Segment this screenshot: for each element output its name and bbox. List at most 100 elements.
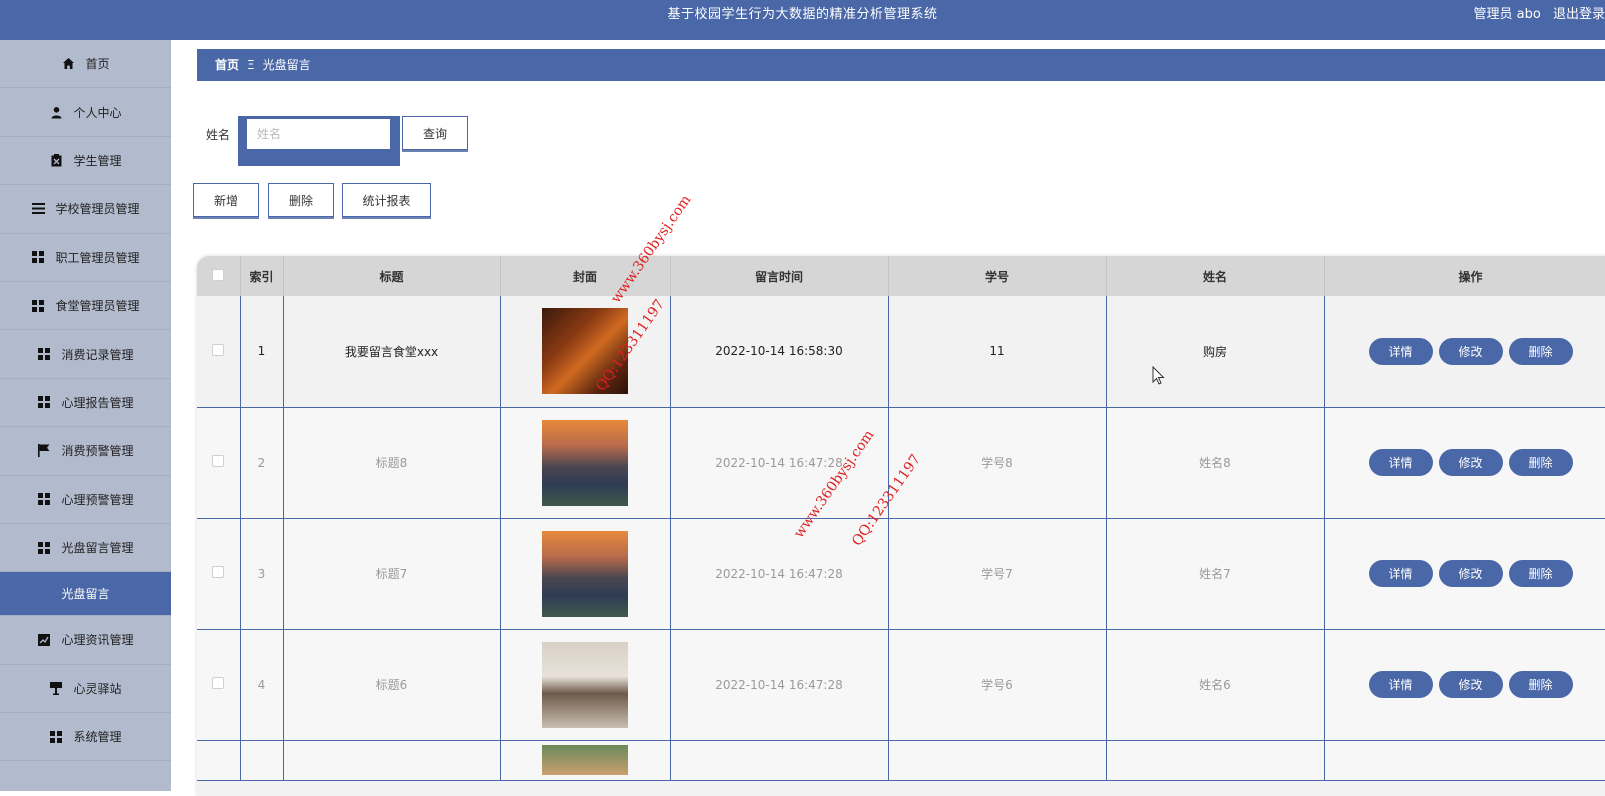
- sidebar-item-label: 职工管理员管理: [55, 250, 140, 265]
- row-checkbox[interactable]: [212, 455, 225, 467]
- row-select-cell[interactable]: [197, 740, 241, 781]
- select-all-cell[interactable]: [197, 256, 241, 296]
- grid-icon: [37, 541, 51, 555]
- cell-name: 姓名7: [1106, 518, 1325, 630]
- row-checkbox[interactable]: [212, 566, 225, 578]
- row-select-cell[interactable]: [197, 518, 241, 630]
- table-row: 2 标题8 2022-10-14 16:47:28 学号8 姓名8 详情 修改 删除: [197, 407, 1605, 519]
- breadcrumb-home[interactable]: 首页: [215, 58, 239, 72]
- report-button[interactable]: 统计报表: [342, 183, 431, 217]
- sidebar-item-psych-news[interactable]: 心理资讯管理: [0, 616, 171, 665]
- cell-cover: [500, 629, 671, 741]
- breadcrumb: 首页 Ξ 光盘留言: [197, 49, 1605, 81]
- cell-time: 2022-10-14 16:58:30: [670, 296, 889, 408]
- delete-button[interactable]: 删除: [1508, 337, 1573, 365]
- cell-time: [670, 740, 889, 781]
- sidebar-item-label: 心理预警管理: [61, 492, 134, 507]
- sidebar-item-psych-reports[interactable]: 心理报告管理: [0, 379, 171, 428]
- cell-index: 1: [240, 296, 284, 408]
- breadcrumb-separator: Ξ: [247, 58, 255, 72]
- select-all-checkbox[interactable]: [212, 268, 225, 281]
- batch-delete-button[interactable]: 删除: [268, 183, 334, 217]
- query-button[interactable]: 查询: [402, 116, 468, 150]
- chart-icon: [37, 633, 51, 647]
- sidebar-item-canteen-admins[interactable]: 食堂管理员管理: [0, 282, 171, 331]
- edit-button[interactable]: 修改: [1438, 671, 1503, 698]
- row-checkbox[interactable]: [212, 343, 225, 356]
- col-header-name: 姓名: [1106, 256, 1325, 296]
- grid-icon: [49, 730, 63, 744]
- table-row: 3 标题7 2022-10-14 16:47:28 学号7 姓名7 详情 修改 删除: [197, 518, 1605, 630]
- sidebar-item-label: 光盘留言管理: [61, 541, 134, 556]
- main-content: 首页 Ξ 光盘留言 姓名 查询 新增 删除 统计报表 索引 标题 封面 留言时间 学…: [171, 40, 1605, 796]
- sidebar-item-plate-message-admin[interactable]: 光盘留言管理: [0, 524, 171, 573]
- row-select-cell[interactable]: [197, 629, 241, 741]
- col-header-student-id: 学号: [888, 256, 1107, 296]
- name-search-input[interactable]: [247, 119, 390, 149]
- user-area: 管理员 abo 退出登录: [1466, 0, 1605, 30]
- cell-actions: 详情 修改 删除: [1324, 629, 1605, 741]
- stand-icon: [49, 681, 63, 695]
- home-icon: [61, 57, 75, 71]
- sidebar-item-psych-alerts[interactable]: 心理预警管理: [0, 476, 171, 524]
- cell-actions: 详情 修改 删除: [1324, 518, 1605, 630]
- cover-image[interactable]: [542, 530, 628, 617]
- delete-button[interactable]: 删除: [1508, 560, 1573, 587]
- edit-button[interactable]: 修改: [1438, 337, 1503, 365]
- edit-button[interactable]: 修改: [1438, 560, 1503, 587]
- sidebar-item-label: 心理资讯管理: [61, 633, 134, 648]
- cell-time: 2022-10-14 16:47:28: [670, 629, 889, 741]
- grid-icon: [37, 347, 51, 361]
- cell-index: 3: [240, 518, 284, 630]
- sidebar-item-label: 消费预警管理: [61, 444, 134, 459]
- add-button[interactable]: 新增: [193, 183, 259, 217]
- cell-title: 标题7: [283, 518, 501, 630]
- logout-link[interactable]: 退出登录: [1553, 7, 1605, 22]
- cell-actions: [1324, 740, 1605, 781]
- data-table: 索引 标题 封面 留言时间 学号 姓名 操作 1 我要留言食堂xxx 2022-…: [197, 256, 1605, 796]
- detail-button[interactable]: 详情: [1368, 337, 1433, 365]
- cell-title: 我要留言食堂xxx: [283, 296, 501, 408]
- sidebar-item-staff-admins[interactable]: 职工管理员管理: [0, 234, 171, 282]
- detail-button[interactable]: 详情: [1368, 449, 1433, 476]
- edit-button[interactable]: 修改: [1438, 449, 1503, 476]
- col-header-actions: 操作: [1324, 256, 1605, 296]
- grid-icon: [31, 299, 45, 313]
- sidebar-item-system[interactable]: 系统管理: [0, 713, 171, 762]
- cell-title: 标题8: [283, 407, 501, 519]
- list-icon: [31, 202, 45, 216]
- cell-student-id: 学号7: [888, 518, 1107, 630]
- sidebar-item-label: 心灵驿站: [73, 681, 122, 696]
- row-checkbox[interactable]: [212, 677, 225, 689]
- sidebar-item-label: 光盘留言: [61, 587, 110, 602]
- sidebar-item-label: 心理报告管理: [61, 395, 134, 410]
- user-icon: [49, 105, 63, 119]
- detail-button[interactable]: 详情: [1368, 560, 1433, 587]
- cover-image[interactable]: [542, 745, 628, 775]
- sidebar-item-consumption-alerts[interactable]: 消费预警管理: [0, 427, 171, 476]
- cell-index: 4: [240, 629, 284, 741]
- col-header-time: 留言时间: [670, 256, 889, 296]
- sidebar-item-soul-station[interactable]: 心灵驿站: [0, 665, 171, 714]
- row-select-cell[interactable]: [197, 407, 241, 519]
- cover-image[interactable]: [542, 641, 628, 728]
- delete-button[interactable]: 删除: [1508, 449, 1573, 476]
- sidebar-item-school-admins[interactable]: 学校管理员管理: [0, 185, 171, 234]
- sidebar-item-label: 学校管理员管理: [55, 202, 140, 217]
- delete-button[interactable]: 删除: [1508, 671, 1573, 698]
- sidebar-item-consumption-records[interactable]: 消费记录管理: [0, 330, 171, 379]
- cell-student-id: 学号6: [888, 629, 1107, 741]
- row-select-cell[interactable]: [197, 296, 241, 408]
- sidebar-item-students[interactable]: 学生管理: [0, 137, 171, 186]
- cover-image[interactable]: [542, 419, 628, 506]
- cell-index: 2: [240, 407, 284, 519]
- grid-icon: [37, 492, 51, 506]
- cell-name: 姓名8: [1106, 407, 1325, 519]
- detail-button[interactable]: 详情: [1368, 671, 1433, 698]
- sidebar-item-label: 首页: [85, 57, 110, 72]
- table-header-row: 索引 标题 封面 留言时间 学号 姓名 操作: [197, 256, 1605, 296]
- sidebar-item-plate-message[interactable]: 光盘留言: [0, 572, 171, 617]
- sidebar-item-home[interactable]: 首页: [0, 40, 171, 89]
- col-header-index: 索引: [240, 256, 284, 296]
- sidebar-item-profile[interactable]: 个人中心: [0, 88, 171, 137]
